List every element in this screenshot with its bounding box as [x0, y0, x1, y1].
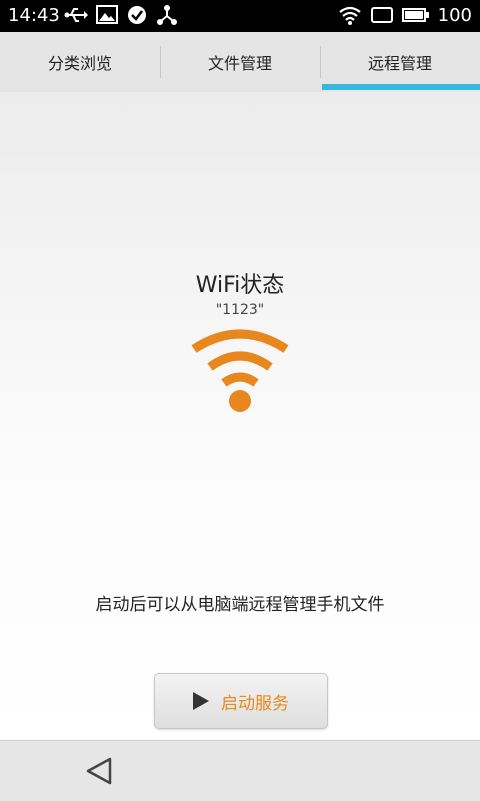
image-icon: [96, 5, 118, 24]
active-tab-indicator: [322, 84, 480, 90]
start-service-button[interactable]: 启动服务: [154, 673, 328, 729]
tab-label: 远程管理: [367, 54, 432, 73]
tab-file-management[interactable]: 文件管理: [160, 32, 320, 92]
wifi-status-title: WiFi状态: [195, 273, 285, 298]
tablet-icon: [370, 7, 393, 23]
wifi-icon: [191, 329, 289, 412]
wifi-network-name: "1123": [215, 302, 265, 318]
navigation-bar: [0, 740, 480, 801]
usb-icon: [64, 8, 88, 22]
tab-remote-management[interactable]: 远程管理: [320, 32, 480, 92]
remote-management-panel: WiFi状态 "1123" 启动后可以从电脑端远程管理手机文件 启动服务: [0, 92, 480, 740]
wifi-signal-icon: [338, 6, 361, 25]
status-bar: 14:43 100: [0, 0, 480, 32]
play-icon: [193, 692, 209, 710]
battery-icon: [401, 8, 429, 22]
check-circle-icon: [128, 6, 146, 24]
back-icon[interactable]: [84, 755, 116, 787]
notification-icons: [64, 4, 178, 26]
status-time: 14:43: [8, 5, 60, 26]
system-icons: 100: [338, 4, 472, 26]
battery-level: 100: [437, 4, 472, 26]
tab-divider: [160, 46, 161, 78]
tab-label: 分类浏览: [47, 54, 112, 73]
remote-hint-text: 启动后可以从电脑端远程管理手机文件: [95, 595, 385, 615]
share-icon: [157, 5, 177, 25]
tab-category-browse[interactable]: 分类浏览: [0, 32, 160, 92]
tab-label: 文件管理: [207, 54, 272, 73]
tab-divider: [320, 46, 321, 78]
start-service-label: 启动服务: [221, 693, 289, 714]
